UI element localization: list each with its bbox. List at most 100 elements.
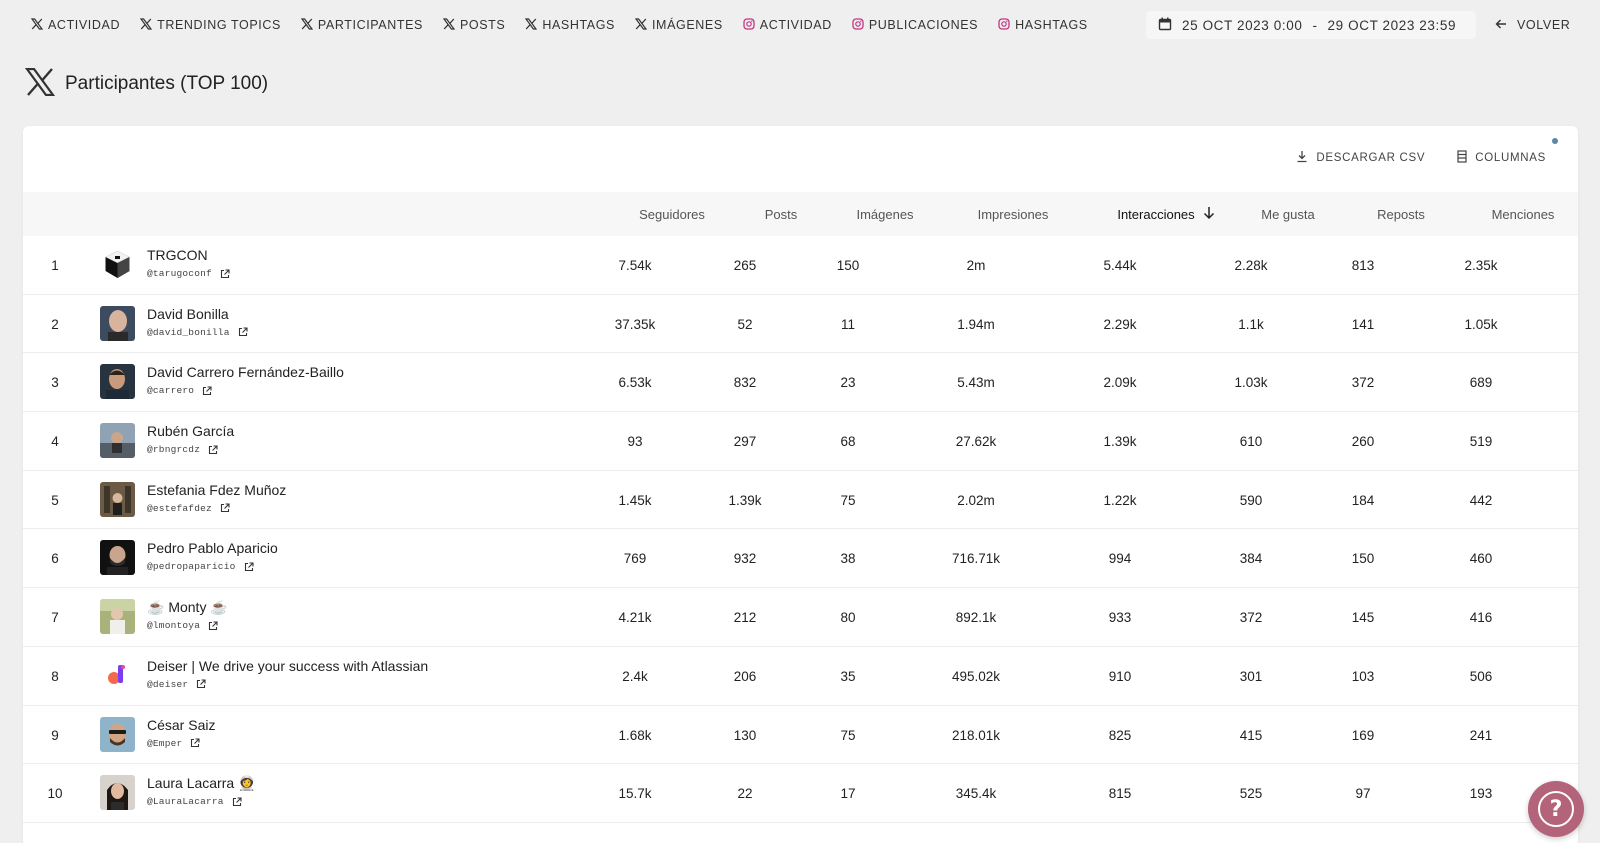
cell-mentions: 519: [1469, 434, 1493, 450]
cell-interactions: 933: [1108, 610, 1132, 626]
nav-item-label: TRENDING TOPICS: [157, 18, 281, 32]
header-images[interactable]: Imágenes: [825, 207, 945, 222]
external-link-icon[interactable]: [208, 621, 218, 631]
help-button[interactable]: ?: [1528, 781, 1584, 837]
header-impressions[interactable]: Impresiones: [953, 207, 1073, 222]
cell-images: 75: [840, 492, 856, 508]
cell-mentions: 2.35k: [1464, 258, 1498, 273]
nav-item-actividad-x[interactable]: ACTIVIDAD: [30, 17, 121, 33]
cell-images: 35: [840, 668, 856, 684]
handle-group: @tarugoconf: [147, 268, 230, 279]
cell-likes: 590: [1239, 492, 1263, 508]
external-link-icon[interactable]: [220, 503, 230, 513]
table-row[interactable]: 4 Rubén García @rbngrcdz 93 297 68 27.62k 1.39k…: [23, 412, 1578, 471]
cell-likes: 415: [1239, 727, 1263, 743]
handle-group: @deiser: [147, 679, 206, 690]
nav-item-posts-x[interactable]: POSTS: [442, 17, 505, 33]
handle-group: @carrero: [147, 385, 212, 396]
table-row[interactable]: 2 David Bonilla @david_bonilla 37.35k 52 11 1.…: [23, 295, 1578, 354]
cell-posts: 206: [733, 668, 757, 684]
cell-images: 17: [840, 786, 856, 802]
nav-item-label: ACTIVIDAD: [759, 18, 832, 32]
participant-name: ☕ Monty ☕: [147, 599, 228, 616]
table-row[interactable]: 5 Estefania Fdez Muñoz @estefafdez 1.45k 1.3…: [23, 471, 1578, 530]
participant-handle: @pedropaparicio: [147, 561, 236, 573]
cell-impressions: 218.01k: [951, 727, 1001, 743]
external-link-icon[interactable]: [244, 562, 254, 572]
nav-item-trending-topics-x[interactable]: TRENDING TOPICS: [139, 17, 281, 33]
external-link-icon[interactable]: [190, 738, 200, 748]
participant-name: Rubén García: [147, 423, 235, 440]
table-row[interactable]: 10 Laura Lacarra 👩‍🚀 @LauraLacarra 15.7k 22 1…: [23, 764, 1578, 823]
cell-followers: 15.7k: [618, 786, 652, 802]
nav-item-hashtags-instagram[interactable]: HASHTAGS: [998, 17, 1088, 33]
avatar: [100, 364, 135, 400]
external-link-icon[interactable]: [220, 268, 230, 279]
arrow-left-icon: [1495, 18, 1507, 33]
header-followers[interactable]: Seguidores: [612, 207, 732, 222]
handle-group: @lmontoya: [147, 620, 218, 631]
cell-likes: 1.03k: [1234, 375, 1268, 391]
instagram-icon: [998, 17, 1010, 33]
cell-followers: 2.4k: [622, 668, 648, 684]
cell-posts: 52: [737, 316, 753, 332]
cell-interactions: 2.29k: [1103, 316, 1137, 332]
rank-number: 7: [51, 610, 59, 626]
nav-item-label: IMÁGENES: [651, 18, 723, 32]
cell-images: 38: [840, 551, 856, 567]
external-link-icon[interactable]: [196, 679, 206, 689]
cell-reposts: 169: [1351, 727, 1375, 743]
avatar: [100, 657, 135, 693]
external-link-icon[interactable]: [208, 445, 218, 455]
nav-item-imágenes-x[interactable]: IMÁGENES: [634, 17, 723, 33]
nav-item-hashtags-x[interactable]: HASHTAGS: [525, 17, 615, 33]
table-row[interactable]: 8 Deiser | We drive your success with Atl…: [23, 647, 1578, 706]
external-link-icon[interactable]: [202, 386, 212, 396]
nav-item-participantes-x[interactable]: PARTICIPANTES: [300, 17, 423, 33]
handle-group: @rbngrcdz: [147, 444, 218, 455]
nav-item-label: ACTIVIDAD: [48, 18, 121, 32]
cell-impressions: 2m: [966, 258, 986, 273]
cell-posts: 212: [733, 610, 757, 626]
nav-item-publicaciones-instagram[interactable]: PUBLICACIONES: [852, 17, 978, 33]
card-actions: DESCARGAR CSV COLUMNAS: [1296, 138, 1558, 166]
table-row[interactable]: 1 TRGCON @tarugoconf 7.54k 265 150 2m 5.44k 2.28…: [23, 236, 1578, 295]
external-link-icon[interactable]: [232, 797, 242, 807]
handle-group: @LauraLacarra: [147, 796, 242, 807]
participant-name: César Saiz: [147, 716, 216, 733]
rank-number: 5: [51, 492, 59, 508]
cell-mentions: 460: [1469, 551, 1493, 567]
table-row[interactable]: 7 ☕ Monty ☕ @lmontoya 4.21k 212 80 892.1k 933 37…: [23, 588, 1578, 647]
top-nav: ACTIVIDAD TRENDING TOPICS PARTICIPANTES POS…: [0, 0, 1600, 50]
cell-mentions: 689: [1469, 375, 1493, 391]
table-row[interactable]: 6 Pedro Pablo Aparicio @pedropaparicio 769 9…: [23, 529, 1578, 589]
participant-handle: @rbngrcdz: [147, 444, 201, 456]
table-header: Seguidores Posts Imágenes Impresiones In…: [23, 192, 1578, 236]
table-row[interactable]: 9 César Saiz @Emper 1.68k 130 75 218.01k 825 415…: [23, 706, 1578, 765]
header-mentions[interactable]: Menciones: [1463, 207, 1578, 222]
cell-impressions: 716.71k: [951, 551, 1001, 567]
cell-images: 80: [840, 610, 856, 626]
nav-item-label: PARTICIPANTES: [317, 18, 423, 32]
cell-reposts: 103: [1351, 668, 1375, 684]
external-link-icon[interactable]: [238, 327, 248, 337]
download-csv-button[interactable]: DESCARGAR CSV: [1296, 150, 1425, 166]
cell-followers: 37.35k: [614, 316, 656, 332]
header-interactions[interactable]: Interacciones: [1096, 207, 1216, 222]
rank-number: 2: [51, 316, 59, 332]
header-reposts[interactable]: Reposts: [1341, 207, 1461, 222]
nav-item-actividad-instagram[interactable]: ACTIVIDAD: [743, 17, 832, 33]
participants-card: DESCARGAR CSV COLUMNAS Seguidores Posts …: [23, 126, 1578, 843]
date-range-picker[interactable]: 25 OCT 2023 0:00 - 29 OCT 2023 23:59: [1146, 11, 1476, 39]
header-posts[interactable]: Posts: [721, 207, 841, 222]
cell-mentions: 193: [1469, 786, 1493, 802]
cell-impressions: 27.62k: [955, 434, 997, 450]
cell-reposts: 141: [1351, 316, 1375, 332]
table-row[interactable]: 3 David Carrero Fernández-Baillo @carrero 6…: [23, 353, 1578, 413]
cell-mentions: 416: [1469, 610, 1493, 626]
columns-button[interactable]: COLUMNAS: [1457, 138, 1558, 166]
header-likes[interactable]: Me gusta: [1228, 207, 1348, 222]
participant-handle: @tarugoconf: [147, 268, 212, 279]
sort-desc-icon[interactable]: [1203, 206, 1215, 223]
back-button[interactable]: VOLVER: [1495, 15, 1570, 35]
